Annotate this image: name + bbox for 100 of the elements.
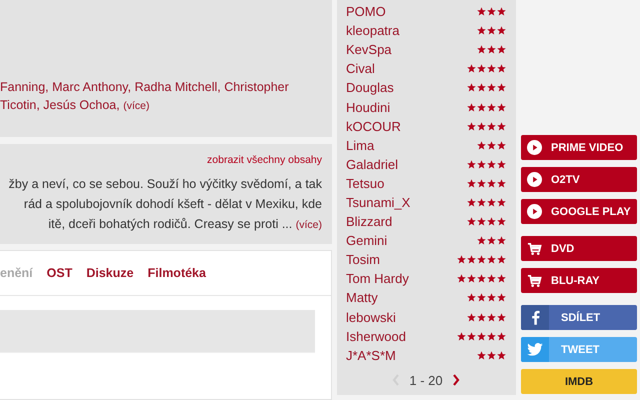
user-link[interactable]: KevSpa: [346, 42, 392, 58]
user-link[interactable]: Tom Hardy: [346, 271, 409, 286]
star-icon: [457, 332, 466, 341]
star-icon: [477, 312, 486, 322]
user-link[interactable]: Houdini: [346, 100, 390, 115]
tab[interactable]: OST: [46, 266, 72, 280]
star-icon: [467, 332, 476, 341]
plot-text: rád a spolubojovník dohodí kšeft - dělat v Mexiku, kde: [22, 196, 322, 213]
user-link[interactable]: Douglas: [346, 80, 394, 96]
tab[interactable]: Filmotéka: [148, 266, 206, 280]
star-icon: [497, 26, 506, 36]
play-icon: [527, 140, 542, 155]
star-icon: [487, 293, 496, 302]
star-icon: [477, 274, 486, 284]
star-icon: [497, 160, 506, 169]
star-icon: [477, 45, 486, 54]
star-icon: [487, 217, 496, 226]
star-icon: [487, 140, 496, 150]
star-icon: [477, 217, 486, 226]
cart-icon: [527, 273, 542, 288]
star-icon: [487, 160, 496, 169]
star-icon: [497, 178, 506, 188]
star-icon: [487, 83, 496, 92]
next-page-icon[interactable]: [452, 374, 460, 386]
facebook-icon: [530, 310, 540, 325]
user-link[interactable]: Isherwood: [346, 328, 406, 344]
star-icon: [477, 122, 486, 131]
user-link[interactable]: Lima: [346, 138, 374, 153]
star-icon: [467, 255, 476, 264]
star-icon: [497, 122, 506, 131]
star-icon: [467, 217, 476, 226]
bird-icon: [527, 343, 543, 356]
link-button[interactable]: DVD: [521, 236, 637, 261]
user-link[interactable]: Gemini: [346, 233, 388, 248]
star-icon: [497, 350, 506, 360]
star-icon: [487, 178, 496, 188]
star-icon: [497, 83, 506, 92]
star-icon: [487, 102, 496, 112]
star-icon: [497, 64, 506, 74]
star-icon: [477, 255, 486, 264]
user-link[interactable]: lebowski: [346, 310, 396, 325]
star-icon: [497, 293, 506, 302]
star-icon: [477, 160, 486, 169]
star-icon: [467, 102, 476, 112]
star-icon: [457, 274, 466, 284]
star-icon: [497, 312, 506, 322]
user-link[interactable]: Blizzard: [346, 214, 392, 230]
star-icon: [467, 198, 476, 207]
play-icon: [527, 172, 542, 187]
link-button[interactable]: BLU-RAY: [521, 268, 637, 293]
user-link[interactable]: Cival: [346, 61, 375, 76]
all-plots-link[interactable]: zobrazit všechny obsahy: [207, 154, 322, 174]
link-button[interactable]: IMDB: [521, 369, 637, 394]
star-icon: [467, 160, 476, 169]
star-icon: [487, 255, 496, 264]
link-button[interactable]: GOOGLE PLAY: [521, 199, 637, 224]
star-icon: [457, 255, 466, 264]
link-button[interactable]: PRIME VIDEO: [521, 135, 637, 160]
star-icon: [477, 198, 486, 207]
more-link[interactable]: (více): [296, 219, 322, 231]
cast-list: Fanning, Marc Anthony, Radha Mitchell, Christopher: [0, 78, 289, 96]
link-button[interactable]: O2TV: [521, 167, 637, 192]
link-button[interactable]: SDÍLET: [521, 305, 637, 330]
tab[interactable]: Diskuze: [86, 266, 134, 280]
star-icon: [467, 274, 476, 284]
star-icon: [487, 312, 496, 322]
plot-text: itě, dceři bohatých rodičů. Creasy se proti ... (více): [47, 216, 322, 233]
user-link[interactable]: Matty: [346, 290, 378, 306]
star-icon: [477, 26, 486, 36]
more-link[interactable]: (více): [123, 100, 150, 112]
user-link[interactable]: Tosim: [346, 252, 380, 268]
star-icon: [497, 332, 506, 341]
star-icon: [487, 274, 496, 284]
star-icon: [477, 236, 486, 246]
star-icon: [467, 178, 476, 188]
user-link[interactable]: kleopatra: [346, 23, 400, 38]
cast-list: Ticotin, Jesús Ochoa, (více): [0, 96, 289, 115]
user-link[interactable]: Tetsuo: [346, 176, 384, 191]
star-icon: [487, 236, 496, 246]
star-icon: [477, 7, 486, 16]
user-link[interactable]: Tsunami_X: [346, 194, 410, 210]
star-icon: [477, 140, 486, 150]
star-icon: [477, 293, 486, 302]
star-icon: [467, 293, 476, 302]
user-link[interactable]: POMO: [346, 4, 386, 20]
user-link[interactable]: Galadriel: [346, 156, 398, 172]
star-icon: [477, 332, 486, 341]
star-icon: [477, 102, 486, 112]
star-icon: [497, 236, 506, 246]
user-link[interactable]: kOCOUR: [346, 118, 401, 134]
star-icon: [497, 102, 506, 112]
user-link[interactable]: J*A*S*M: [346, 348, 396, 363]
star-icon: [497, 274, 506, 284]
star-icon: [477, 64, 486, 74]
star-icon: [467, 122, 476, 131]
star-icon: [487, 122, 496, 131]
star-icon: [487, 26, 496, 36]
cart-icon: [527, 241, 542, 256]
star-icon: [497, 140, 506, 150]
star-icon: [497, 255, 506, 264]
